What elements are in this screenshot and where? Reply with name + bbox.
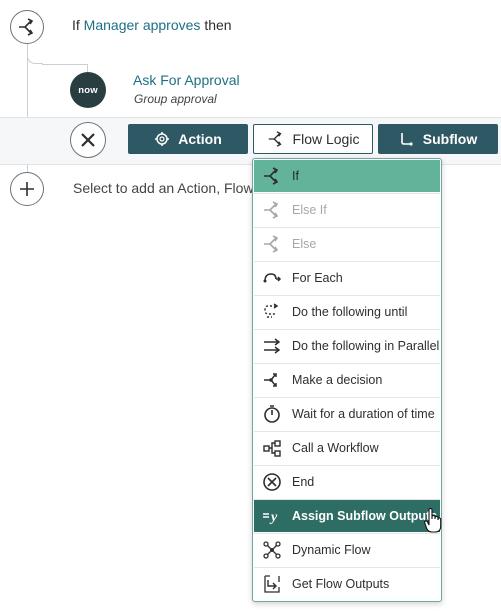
workflow-icon <box>261 438 283 458</box>
logo-text: now <box>78 84 98 96</box>
flow-logic-button-label: Flow Logic <box>292 131 360 147</box>
add-step-button[interactable] <box>10 172 44 206</box>
menu-item-label: Else <box>292 237 317 251</box>
if-then: then <box>204 17 232 33</box>
menu-item-call-workflow[interactable]: Call a Workflow <box>254 432 440 464</box>
get-outputs-icon <box>261 574 283 594</box>
assign-y-icon: y <box>261 506 283 526</box>
end-icon <box>261 472 283 492</box>
menu-item-do-until[interactable]: Do the following until <box>254 296 440 328</box>
subflow-button[interactable]: Subflow <box>378 124 498 154</box>
menu-item-label: Make a decision <box>292 373 383 387</box>
close-button[interactable] <box>70 122 106 158</box>
decision-icon <box>261 370 283 390</box>
menu-item-label: Get Flow Outputs <box>292 577 390 591</box>
flow-logic-button[interactable]: Flow Logic <box>253 124 373 154</box>
menu-item-get-flow-outputs[interactable]: Get Flow Outputs <box>254 568 440 600</box>
branch-icon <box>268 131 282 147</box>
subflow-icon <box>400 133 413 146</box>
servicenow-logo: now <box>70 72 106 108</box>
step-title[interactable]: Ask For Approval <box>133 72 240 88</box>
flow-logic-menu: If Else If Else For Each Do the followin… <box>252 158 442 602</box>
action-button[interactable]: Action <box>128 124 248 154</box>
branch-connector <box>27 44 43 64</box>
menu-item-for-each[interactable]: For Each <box>254 262 440 294</box>
subflow-button-label: Subflow <box>422 131 478 147</box>
branch-icon <box>261 200 283 220</box>
branch-icon <box>261 234 283 254</box>
dynamic-flow-icon <box>261 540 283 560</box>
svg-text:y: y <box>269 510 278 525</box>
menu-item-parallel[interactable]: Do the following in Parallel <box>254 330 440 362</box>
menu-item-end[interactable]: End <box>254 466 440 498</box>
if-keyword: If <box>72 17 80 33</box>
menu-item-label: Assign Subflow Outputs <box>292 509 438 523</box>
parallel-arrows-icon <box>261 336 283 356</box>
menu-item-if[interactable]: If <box>254 160 440 192</box>
menu-item-label: Do the following in Parallel <box>292 339 440 353</box>
menu-item-label: Else If <box>292 203 327 217</box>
close-icon <box>81 133 95 147</box>
menu-item-decision[interactable]: Make a decision <box>254 364 440 396</box>
menu-item-else[interactable]: Else <box>254 228 440 260</box>
branch-icon <box>261 166 283 186</box>
menu-item-dynamic-flow[interactable]: Dynamic Flow <box>254 534 440 566</box>
if-step-icon-button[interactable] <box>10 10 44 44</box>
menu-item-wait[interactable]: Wait for a duration of time <box>254 398 440 430</box>
menu-item-label: Call a Workflow <box>292 441 379 455</box>
if-condition[interactable]: If Manager approves then <box>72 17 232 33</box>
loop-icon <box>261 268 283 288</box>
add-step-prompt: Select to add an Action, Flow <box>73 180 254 196</box>
action-button-label: Action <box>178 131 222 147</box>
menu-item-label: Do the following until <box>292 305 408 319</box>
menu-item-assign-subflow-outputs[interactable]: y Assign Subflow Outputs <box>254 500 440 532</box>
plus-icon <box>20 182 34 196</box>
branch-connector-h <box>42 64 87 65</box>
if-condition-link[interactable]: Manager approves <box>84 17 201 33</box>
menu-item-label: If <box>292 169 299 183</box>
menu-item-label: Dynamic Flow <box>292 543 371 557</box>
gear-icon <box>155 132 170 146</box>
menu-item-label: End <box>292 475 315 489</box>
menu-item-label: Wait for a duration of time <box>292 407 435 421</box>
hand-cursor-icon <box>424 508 442 533</box>
branch-icon <box>19 18 34 36</box>
menu-item-label: For Each <box>292 271 343 285</box>
menu-item-else-if[interactable]: Else If <box>254 194 440 226</box>
dotted-loop-icon <box>261 302 283 322</box>
timer-icon <box>261 404 283 424</box>
step-subtitle: Group approval <box>134 92 217 106</box>
